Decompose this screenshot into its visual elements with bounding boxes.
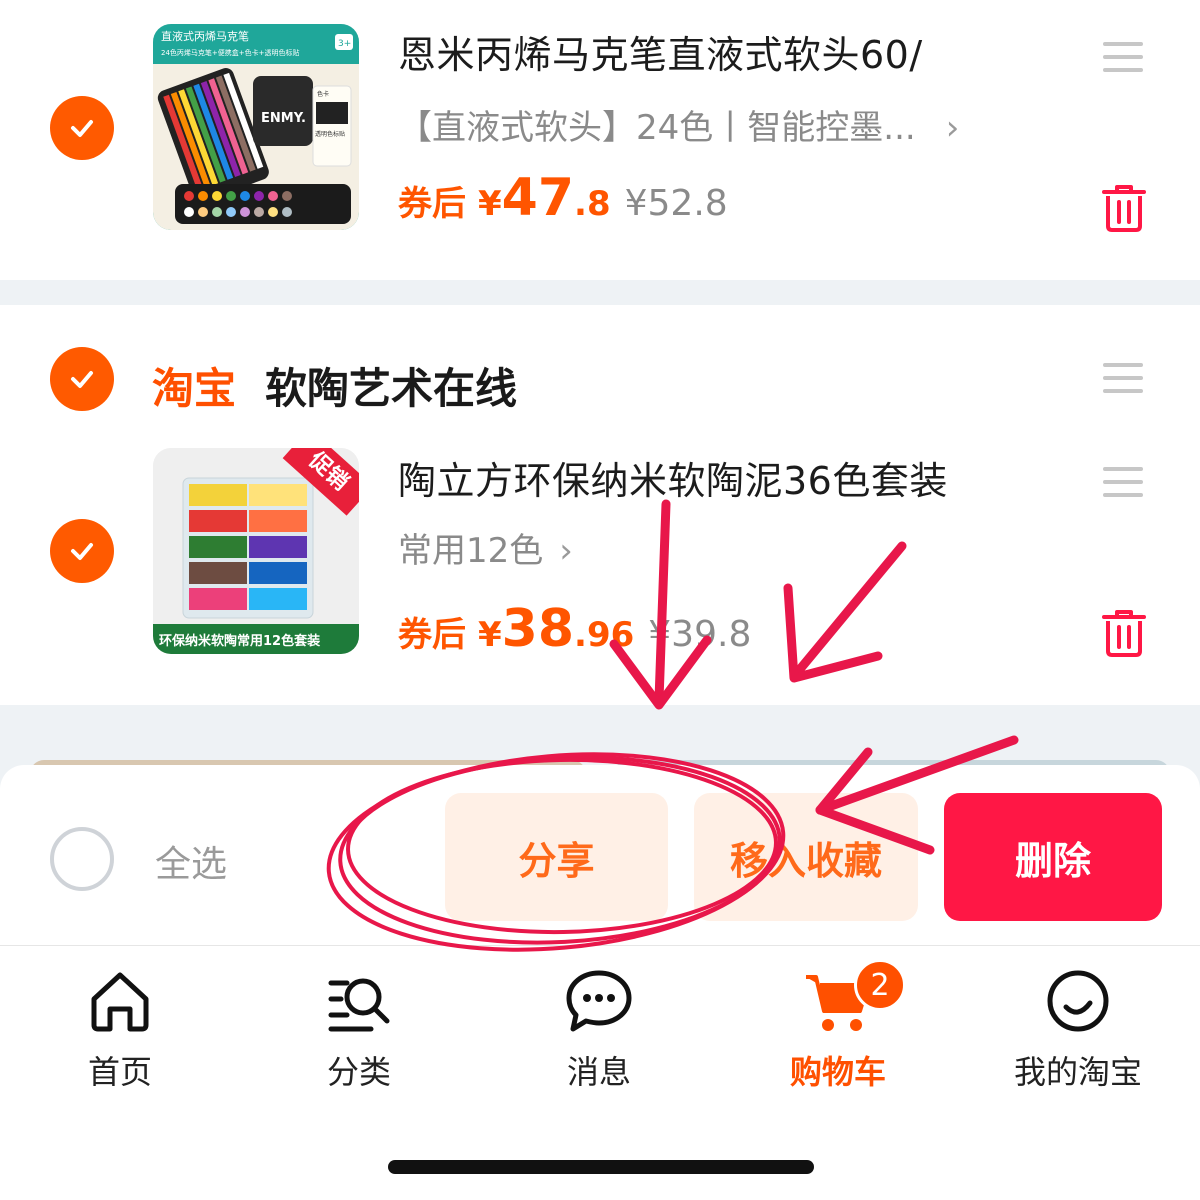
cart-item-card: 直液式丙烯马克笔 24色丙烯马克笔+便携盒+色卡+透明色标贴 3+ ENMY. … [0, 0, 1200, 280]
cart-count-badge: 2 [854, 959, 906, 1011]
tab-cart[interactable]: 2 购物车 [758, 959, 918, 1091]
trash-icon[interactable] [1100, 182, 1148, 234]
marker-set-image: 直液式丙烯马克笔 24色丙烯马克笔+便携盒+色卡+透明色标贴 3+ ENMY. … [153, 24, 359, 230]
item-checkbox-checked[interactable] [50, 96, 114, 160]
thumb-brand: ENMY. [261, 111, 306, 126]
sku-text: 【直液式软头】24色丨智能控墨... [398, 108, 916, 148]
home-indicator [388, 1160, 814, 1174]
thumb-age: 3+ [338, 39, 351, 49]
drag-handle-icon[interactable] [1103, 42, 1143, 74]
shop-checkbox-checked[interactable] [50, 347, 114, 411]
item-checkbox-checked[interactable] [50, 519, 114, 583]
shop-card: 淘宝 软陶艺术在线 环保纳米软陶常用12色套装 促销 陶立方环保纳米软陶泥36色… [0, 305, 1200, 705]
product-thumbnail[interactable]: 环保纳米软陶常用12色套装 促销 [153, 448, 359, 654]
price-decimal: .8 [574, 184, 611, 224]
price-row: 券后 ¥ 38 .96 ¥39.8 [398, 599, 751, 659]
price-integer: 47 [501, 168, 575, 228]
price-currency: ¥ [478, 615, 502, 655]
thumb-card-label: 色卡 [317, 90, 329, 98]
drag-handle-icon[interactable] [1103, 363, 1143, 395]
tab-label: 购物车 [789, 1053, 886, 1091]
trash-icon[interactable] [1100, 607, 1148, 659]
checkmark-icon [71, 120, 93, 137]
thumb-sticker-label: 透明色标贴 [315, 130, 345, 138]
product-thumbnail[interactable]: 直液式丙烯马克笔 24色丙烯马克笔+便携盒+色卡+透明色标贴 3+ ENMY. … [153, 24, 359, 230]
drag-handle-icon[interactable] [1103, 467, 1143, 499]
home-icon [91, 972, 149, 1032]
coupon-tag: 券后 [398, 184, 466, 224]
select-all-checkbox[interactable] [50, 827, 114, 891]
original-price: ¥39.8 [648, 614, 752, 655]
thumb-sub: 24色丙烯马克笔+便携盒+色卡+透明色标贴 [161, 48, 300, 57]
tab-home[interactable]: 首页 [40, 965, 200, 1091]
checkmark-icon [71, 371, 93, 388]
delete-button[interactable]: 删除 [944, 793, 1162, 921]
product-title[interactable]: 陶立方环保纳米软陶泥36色套装 [398, 450, 948, 505]
product-title[interactable]: 恩米丙烯马克笔直液式软头60/ [398, 24, 923, 79]
sku-text: 常用12色 [398, 531, 544, 571]
sku-selector[interactable]: 常用12色 › [398, 523, 573, 572]
tab-messages[interactable]: 消息 [519, 965, 679, 1091]
shop-name[interactable]: 软陶艺术在线 [265, 355, 517, 416]
select-all-label[interactable]: 全选 [155, 835, 227, 887]
move-to-favorites-button[interactable]: 移入收藏 [694, 793, 918, 921]
tab-label: 分类 [326, 1053, 391, 1091]
tab-label: 首页 [87, 1053, 152, 1091]
price-integer: 38 [501, 599, 575, 659]
tab-category[interactable]: 分类 [279, 965, 439, 1091]
price-row: 券后 ¥ 47 .8 ¥52.8 [398, 168, 728, 228]
price-currency: ¥ [478, 184, 502, 224]
taobao-logo: 淘宝 [152, 364, 237, 413]
tab-my-taobao[interactable]: 我的淘宝 [998, 965, 1158, 1091]
checkmark-icon [71, 543, 93, 560]
tab-label: 消息 [566, 1053, 631, 1091]
chevron-right-icon: › [559, 531, 573, 571]
coupon-tag: 券后 [398, 615, 466, 655]
profile-smile-icon [1047, 970, 1109, 1032]
tab-label: 我的淘宝 [1013, 1053, 1142, 1091]
price-decimal: .96 [574, 615, 635, 655]
thumb-caption: 环保纳米软陶常用12色套装 [159, 633, 320, 649]
message-icon [566, 970, 632, 1032]
thumb-header: 直液式丙烯马克笔 [161, 29, 249, 43]
cart-page: 直液式丙烯马克笔 24色丙烯马克笔+便携盒+色卡+透明色标贴 3+ ENMY. … [0, 0, 1200, 1200]
original-price: ¥52.8 [624, 183, 728, 224]
share-button[interactable]: 分享 [445, 793, 668, 921]
category-search-icon [328, 978, 390, 1032]
chevron-right-icon: › [945, 108, 960, 148]
sku-selector[interactable]: 【直液式软头】24色丨智能控墨... › [398, 100, 959, 149]
